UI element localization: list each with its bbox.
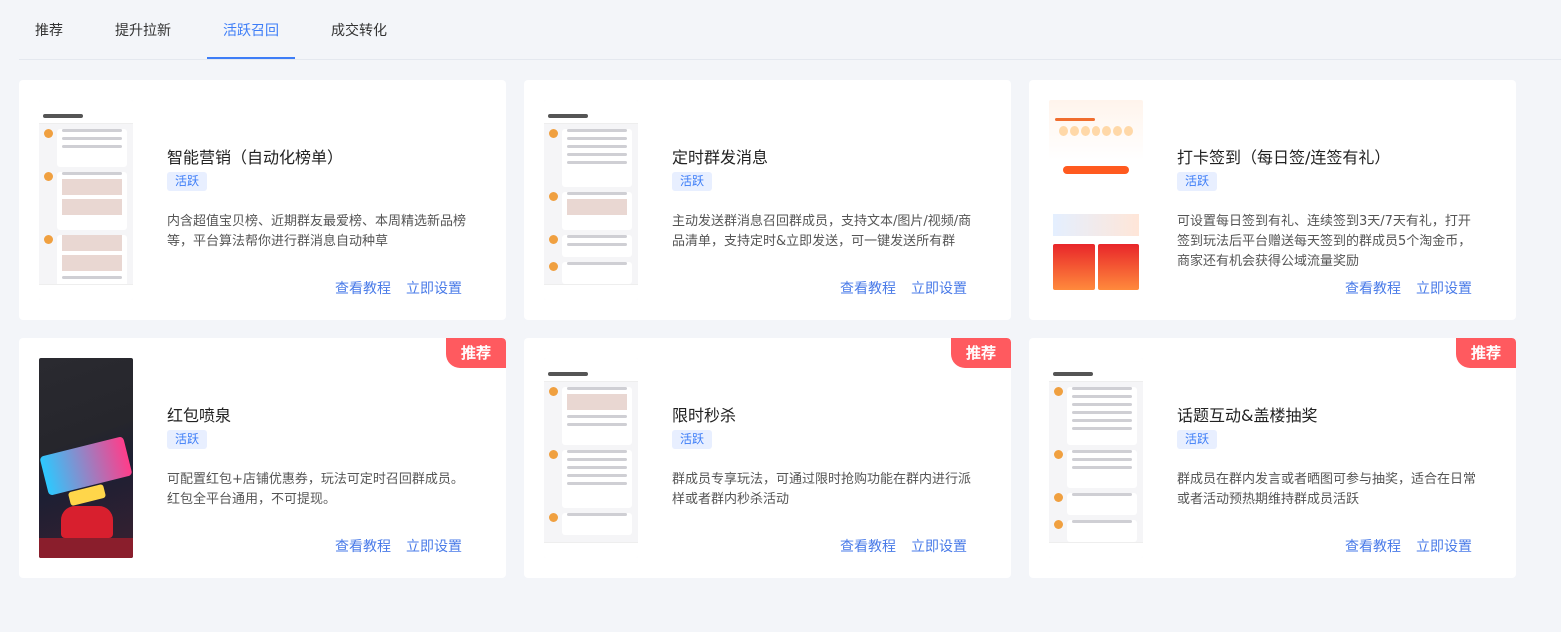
recommended-badge: 推荐 [1456,338,1516,368]
recommended-badge: 推荐 [951,338,1011,368]
check-in-screenshot-thumbnail [1049,100,1143,300]
tab-reactivation[interactable]: 活跃召回 [223,20,279,60]
card-description: 主动发送群消息召回群成员，支持文本/图片/视频/商品清单，支持定时&立即发送，可… [672,214,972,249]
active-tab-indicator [207,57,295,59]
tab-bar: 推荐 提升拉新 活跃召回 成交转化 [19,0,1561,60]
card-title: 红包喷泉 [167,406,232,425]
setup-now-link[interactable]: 立即设置 [1416,278,1472,298]
activity-tag: 活跃 [167,430,208,449]
view-tutorial-link[interactable]: 查看教程 [335,278,391,298]
chat-screenshot-thumbnail [39,100,133,300]
card-description: 群成员在群内发言或者晒图可参与抽奖，适合在日常或者活动预热期维持群成员活跃 [1177,472,1477,507]
view-tutorial-link[interactable]: 查看教程 [1345,278,1401,298]
card-description: 可设置每日签到有礼、连续签到3天/7天有礼，打开签到玩法后平台赠送每天签到的群成… [1177,214,1472,269]
red-packet-poster-thumbnail [39,358,133,558]
feature-card-topic-lottery: 推荐 话题互动&盖楼抽奖 活跃 群成员在群内发言或者晒图可参与抽奖，适合在日常或… [1029,338,1516,578]
card-description: 内含超值宝贝榜、近期群友最爱榜、本周精选新品榜等，平台算法帮你进行群消息自动种草 [167,214,467,249]
setup-now-link[interactable]: 立即设置 [911,278,967,298]
feature-card-scheduled-broadcast: 定时群发消息 活跃 主动发送群消息召回群成员，支持文本/图片/视频/商品清单，支… [524,80,1011,320]
card-title: 定时群发消息 [672,148,769,167]
card-description: 群成员专享玩法，可通过限时抢购功能在群内进行派样或者群内秒杀活动 [672,472,972,507]
tab-acquisition[interactable]: 提升拉新 [115,20,171,60]
activity-tag: 活跃 [672,430,713,449]
setup-now-link[interactable]: 立即设置 [1416,536,1472,556]
tab-recommend[interactable]: 推荐 [35,20,63,60]
setup-now-link[interactable]: 立即设置 [406,536,462,556]
tab-conversion[interactable]: 成交转化 [331,20,387,60]
card-description: 可配置红包+店铺优惠券，玩法可定时召回群成员。红包全平台通用，不可提现。 [167,472,464,507]
card-title: 限时秒杀 [672,406,737,425]
view-tutorial-link[interactable]: 查看教程 [840,536,896,556]
feature-card-flash-sale: 推荐 限时秒杀 活跃 群成员专享玩法，可通过限时抢购功能在群内进行派样或者群内秒… [524,338,1011,578]
setup-now-link[interactable]: 立即设置 [406,278,462,298]
activity-tag: 活跃 [1177,430,1218,449]
activity-tag: 活跃 [1177,172,1218,191]
chat-screenshot-thumbnail [544,358,638,558]
activity-tag: 活跃 [167,172,208,191]
recommended-badge: 推荐 [446,338,506,368]
card-title: 打卡签到（每日签/连签有礼） [1177,148,1391,167]
feature-card-smart-marketing: 智能营销（自动化榜单） 活跃 内含超值宝贝榜、近期群友最爱榜、本周精选新品榜等，… [19,80,506,320]
view-tutorial-link[interactable]: 查看教程 [335,536,391,556]
card-title: 智能营销（自动化榜单） [167,148,344,167]
activity-tag: 活跃 [672,172,713,191]
view-tutorial-link[interactable]: 查看教程 [840,278,896,298]
setup-now-link[interactable]: 立即设置 [911,536,967,556]
card-title: 话题互动&盖楼抽奖 [1177,406,1318,425]
view-tutorial-link[interactable]: 查看教程 [1345,536,1401,556]
chat-screenshot-thumbnail [544,100,638,300]
feature-card-red-packet-fountain: 推荐 红包喷泉 活跃 可配置红包+店铺优惠券，玩法可定时召回群成员。红包全平台通… [19,338,506,578]
feature-card-check-in: 打卡签到（每日签/连签有礼） 活跃 可设置每日签到有礼、连续签到3天/7天有礼，… [1029,80,1516,320]
chat-screenshot-thumbnail [1049,358,1143,558]
